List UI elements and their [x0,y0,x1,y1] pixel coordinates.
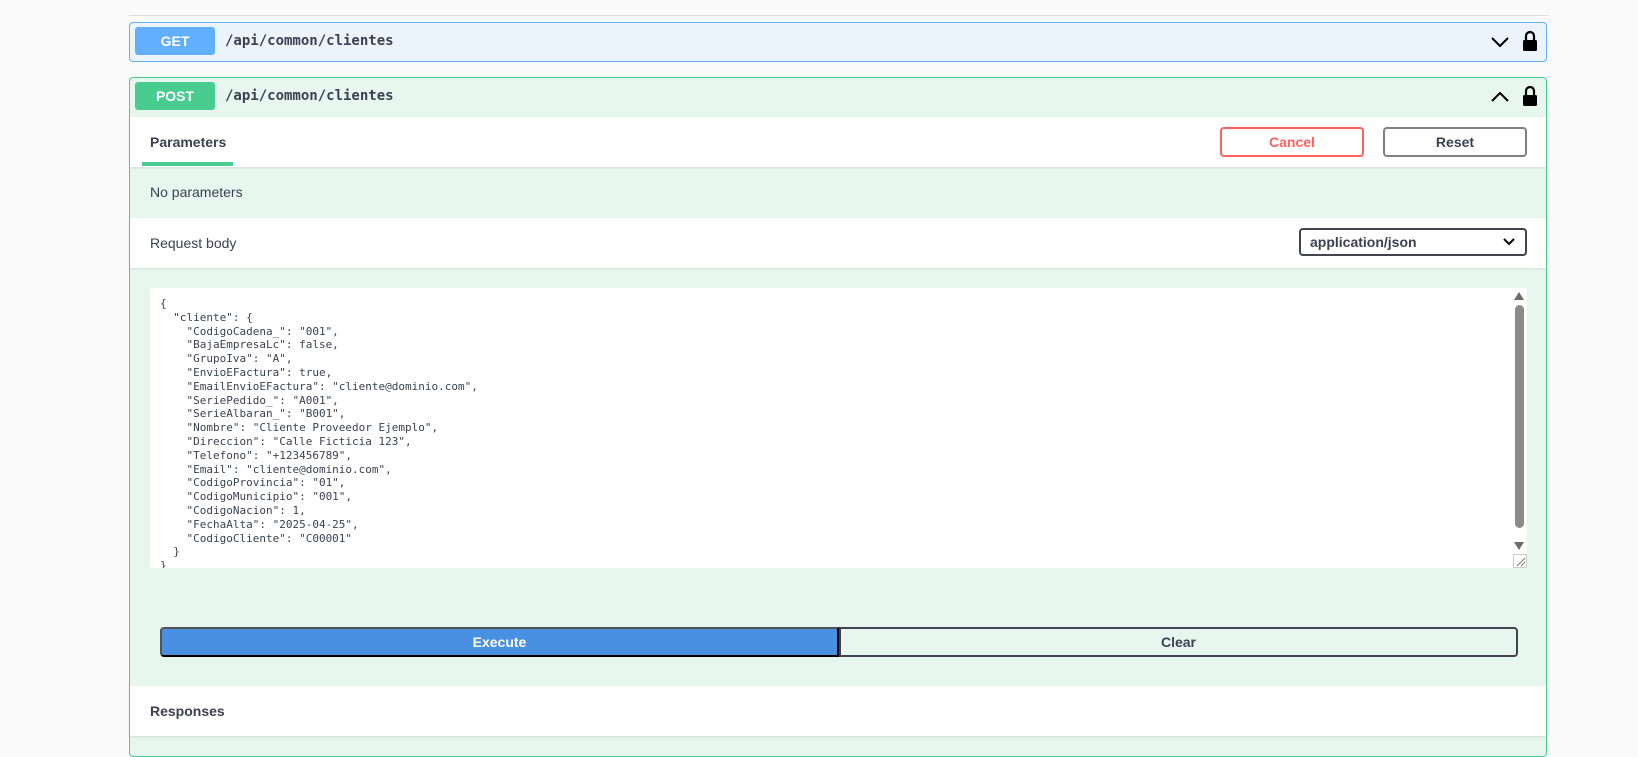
request-body-label: Request body [150,235,237,251]
execute-button[interactable]: Execute [160,627,839,657]
request-body-editor[interactable]: { "cliente": { "CodigoCadena_": "001", "… [150,288,1527,568]
tab-active-indicator [142,162,233,166]
section-divider [129,15,1549,16]
scroll-thumb[interactable] [1515,305,1524,528]
scroll-down-arrow-icon[interactable] [1514,542,1524,550]
content-type-select[interactable]: application/json [1299,228,1527,256]
cancel-button[interactable]: Cancel [1220,127,1364,157]
clear-button[interactable]: Clear [839,627,1518,657]
opblock-summary-get[interactable]: GET /api/common/clientes [130,23,1546,61]
opblock-summary-post[interactable]: POST /api/common/clientes [130,78,1546,116]
opblock-post-clientes: POST /api/common/clientes Parameters Can… [129,77,1547,757]
chevron-down-icon[interactable] [1490,32,1510,52]
method-badge-get: GET [135,27,215,55]
tab-parameters[interactable]: Parameters [150,134,226,150]
request-body-json[interactable]: { "cliente": { "CodigoCadena_": "001", "… [160,297,478,568]
reset-button[interactable]: Reset [1383,127,1527,157]
responses-label: Responses [150,703,225,719]
opblock-get-clientes: GET /api/common/clientes [129,22,1547,62]
editor-scrollbar[interactable] [1511,288,1527,568]
chevron-down-icon [1503,238,1515,246]
scroll-up-arrow-icon[interactable] [1514,292,1524,300]
no-parameters-text: No parameters [150,184,243,200]
lock-icon[interactable] [1522,85,1538,107]
opblock-path-get: /api/common/clientes [225,33,394,49]
chevron-up-icon[interactable] [1490,87,1510,107]
method-badge-post: POST [135,82,215,110]
resize-handle-icon[interactable] [1513,554,1527,568]
request-body-header: Request body application/json [130,218,1546,268]
opblock-path-post: /api/common/clientes [225,88,394,104]
content-type-value: application/json [1310,234,1417,250]
lock-icon[interactable] [1522,30,1538,52]
responses-header: Responses [130,686,1546,736]
